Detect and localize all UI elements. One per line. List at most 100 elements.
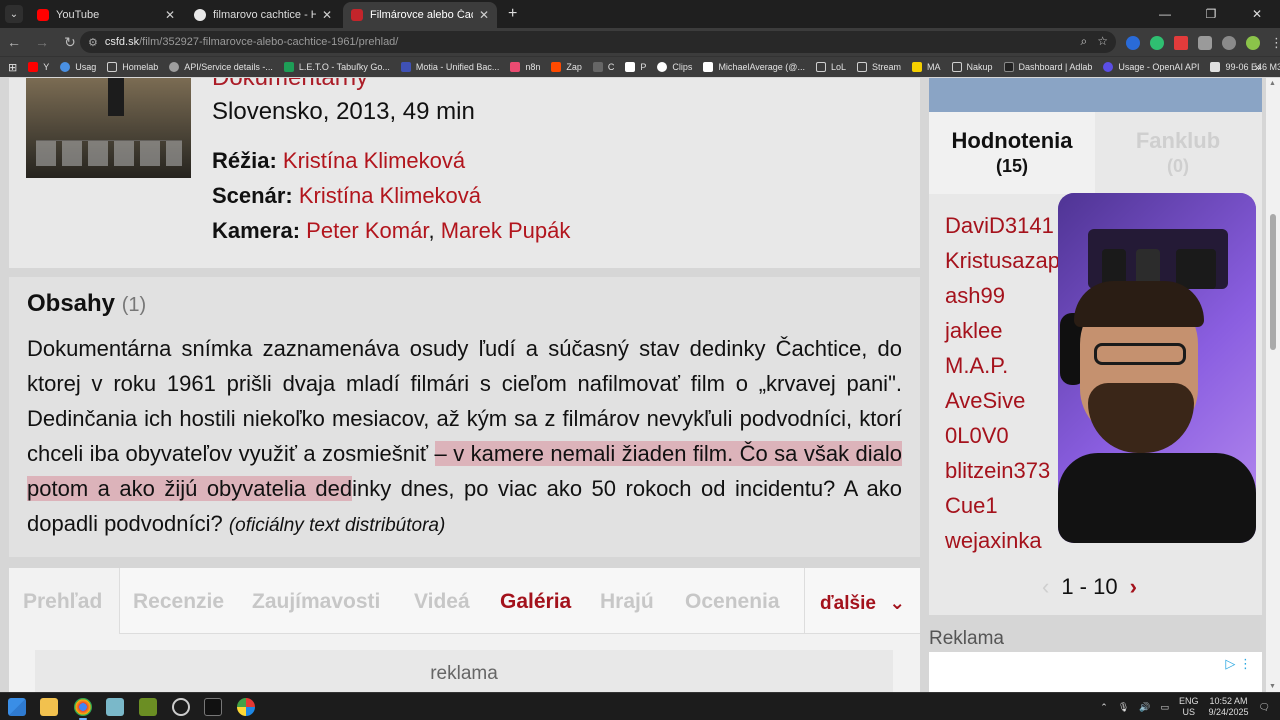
bookmark-folder[interactable]: Nakup bbox=[951, 62, 993, 72]
app-icon[interactable] bbox=[106, 698, 124, 716]
bookmark-item[interactable]: Y bbox=[28, 62, 49, 72]
film-poster[interactable] bbox=[26, 78, 191, 178]
ad-choices-icon[interactable]: ▷ ⋮ bbox=[1225, 656, 1252, 672]
bookmark-item[interactable]: MichaelAverage (@... bbox=[703, 62, 805, 72]
page-scrollbar[interactable]: ▲ ▼ bbox=[1266, 78, 1280, 692]
writer-link[interactable]: Kristína Klimeková bbox=[299, 183, 481, 208]
bookmark-item[interactable]: P bbox=[625, 62, 646, 72]
user-link[interactable]: blitzein373 bbox=[945, 453, 1060, 488]
synopsis-box: Obsahy (1) Dokumentárna snímka zaznamená… bbox=[9, 277, 920, 557]
minimize-button[interactable]: — bbox=[1142, 0, 1188, 28]
synopsis-count: (1) bbox=[121, 294, 147, 316]
more-tabs-button[interactable]: ďalšie ⌄ bbox=[804, 568, 920, 634]
tab-hraju[interactable]: Hrajú bbox=[600, 590, 654, 614]
browser-menu-icon[interactable]: ⋮ bbox=[1270, 35, 1280, 51]
bookmarks-bar: ⊞ Y Usag Homelab API/Service details -..… bbox=[0, 56, 1280, 77]
bookmark-item[interactable]: Clips bbox=[657, 62, 692, 72]
bookmark-folder[interactable]: Stream bbox=[856, 62, 901, 72]
zoom-icon[interactable]: ⌕ bbox=[1081, 34, 1088, 49]
new-tab-button[interactable]: + bbox=[508, 5, 517, 23]
site-info-icon[interactable]: ⚙ bbox=[88, 36, 98, 49]
tab-videa[interactable]: Videá bbox=[414, 590, 470, 614]
user-link[interactable]: AveSive bbox=[945, 383, 1060, 418]
close-window-button[interactable]: ✕ bbox=[1234, 0, 1280, 28]
tab-fanklub[interactable]: Fanklub (0) bbox=[1095, 112, 1261, 194]
address-bar[interactable]: ⚙ csfd.sk/film/352927-filmarovce-alebo-c… bbox=[80, 31, 1116, 53]
close-tab-icon[interactable]: ✕ bbox=[165, 8, 175, 22]
tab-csfd-film[interactable]: Filmárovce alebo Čachtice 1961 ✕ bbox=[343, 2, 497, 28]
tab-ocenenia[interactable]: Ocenenia bbox=[685, 590, 780, 614]
user-link[interactable]: Cue1 bbox=[945, 488, 1060, 523]
bookmark-folder[interactable]: LoL bbox=[815, 62, 846, 72]
user-link[interactable]: jaklee bbox=[945, 313, 1060, 348]
tab-youtube[interactable]: YouTube ✕ bbox=[29, 2, 183, 28]
next-page-icon[interactable]: › bbox=[1130, 574, 1137, 600]
camera-link[interactable]: Marek Pupák bbox=[441, 218, 571, 243]
bookmark-item[interactable]: L.E.T.O - Tabuľky Go... bbox=[283, 62, 390, 72]
bookmark-item[interactable]: Zap bbox=[551, 62, 582, 72]
scroll-down-icon[interactable]: ▼ bbox=[1269, 683, 1276, 690]
bookmark-item[interactable]: Usag bbox=[60, 62, 96, 72]
profile-avatar[interactable] bbox=[1246, 36, 1260, 50]
tab-recenzie[interactable]: Recenzie bbox=[133, 590, 224, 614]
bookmark-item[interactable]: Dashboard | Adlab bbox=[1003, 62, 1092, 72]
bookmark-item[interactable]: C bbox=[592, 62, 614, 72]
extensions-puzzle-icon[interactable] bbox=[1198, 36, 1212, 50]
more-bookmarks-button[interactable]: » bbox=[1254, 60, 1261, 74]
app-icon[interactable] bbox=[172, 698, 190, 716]
user-link[interactable]: DaviD3141 bbox=[945, 208, 1060, 243]
close-tab-icon[interactable]: ✕ bbox=[479, 8, 489, 22]
tab-hodnotenia[interactable]: Hodnotenia (15) bbox=[929, 112, 1095, 194]
bookmark-item[interactable]: API/Service details -... bbox=[169, 62, 273, 72]
user-link[interactable]: wejaxinka bbox=[945, 523, 1060, 558]
notifications-icon[interactable]: 🗨 bbox=[1259, 702, 1270, 713]
streamer-hair bbox=[1074, 281, 1204, 327]
terminal-icon[interactable] bbox=[204, 698, 222, 716]
forward-button[interactable]: → bbox=[28, 34, 56, 50]
tray-overflow-icon[interactable]: ⌃ bbox=[1100, 702, 1108, 713]
windows-taskbar: ⌃ 🎙 🔊 ▭ ENG US 10:52 AM 9/24/2025 🗨 bbox=[0, 692, 1280, 720]
extension-icon[interactable] bbox=[1174, 36, 1188, 50]
user-link[interactable]: M.A.P. bbox=[945, 348, 1060, 383]
apps-grid-icon[interactable]: ⊞ bbox=[8, 61, 17, 74]
windows-start-icon[interactable] bbox=[8, 698, 26, 716]
bookmark-item[interactable]: n8n bbox=[510, 62, 540, 72]
tab-zaujimavosti[interactable]: Zaujímavosti bbox=[252, 590, 380, 614]
volume-icon[interactable]: 🔊 bbox=[1139, 702, 1150, 713]
bookmark-item[interactable]: Usage - OpenAI API bbox=[1103, 62, 1199, 72]
camera-link[interactable]: Peter Komár bbox=[306, 218, 428, 243]
downloads-icon[interactable] bbox=[1222, 36, 1236, 50]
tab-google-search[interactable]: filmarovo cachtice - Hľadať Go ✕ bbox=[186, 2, 340, 28]
user-link[interactable]: Kristusazap bbox=[945, 243, 1060, 278]
app-icon[interactable] bbox=[139, 698, 157, 716]
language-indicator[interactable]: ENG US bbox=[1179, 696, 1199, 718]
sidebar-ad[interactable]: ▷ ⋮ bbox=[929, 652, 1262, 692]
chrome-icon[interactable] bbox=[74, 698, 92, 720]
clock[interactable]: 10:52 AM 9/24/2025 bbox=[1209, 696, 1249, 718]
restore-button[interactable]: ❐ bbox=[1188, 0, 1234, 28]
bookmark-folder[interactable]: Homelab bbox=[107, 62, 158, 72]
folder-icon bbox=[951, 62, 962, 72]
poster-credits bbox=[36, 140, 182, 166]
close-tab-icon[interactable]: ✕ bbox=[322, 8, 332, 22]
tab-search-button[interactable]: ⌄ bbox=[5, 5, 23, 23]
bookmark-item[interactable]: Motia - Unified Bac... bbox=[400, 62, 499, 72]
scrollbar-thumb[interactable] bbox=[1270, 214, 1276, 350]
tab-prehlad[interactable]: Prehľad bbox=[9, 568, 120, 634]
prev-page-icon[interactable]: ‹ bbox=[1042, 574, 1049, 600]
bookmark-star-icon[interactable]: ☆ bbox=[1097, 34, 1108, 49]
bookmark-item[interactable]: MA bbox=[912, 62, 941, 72]
director-link[interactable]: Kristína Klimeková bbox=[283, 148, 465, 173]
scroll-up-icon[interactable]: ▲ bbox=[1269, 80, 1276, 87]
network-icon[interactable]: ▭ bbox=[1160, 702, 1169, 713]
bookmark-item[interactable]: 99-06 E46 M3 Floor... bbox=[1210, 62, 1280, 72]
file-explorer-icon[interactable] bbox=[40, 698, 58, 716]
tab-galeria[interactable]: Galéria bbox=[500, 590, 571, 614]
user-link[interactable]: 0L0V0 bbox=[945, 418, 1060, 453]
extension-icon[interactable] bbox=[1126, 36, 1140, 50]
microphone-icon[interactable]: 🎙 bbox=[1118, 702, 1129, 713]
extension-icon[interactable] bbox=[1150, 36, 1164, 50]
back-button[interactable]: ← bbox=[0, 34, 28, 50]
app-icon[interactable] bbox=[237, 698, 255, 716]
user-link[interactable]: ash99 bbox=[945, 278, 1060, 313]
